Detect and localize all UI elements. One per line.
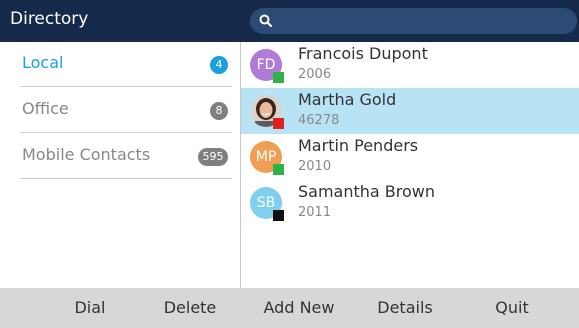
directory-sidebar: Local 4 Office 8 Mobile Contacts 595 [0,42,241,288]
contact-row[interactable]: Martha Gold 46278 [241,88,579,134]
search-icon [259,14,273,28]
sidebar-item-label: Office [22,99,69,118]
contact-extension: 46278 [298,113,340,128]
contact-name: Samantha Brown [298,182,436,201]
sidebar-item-office[interactable]: Office 8 [20,88,232,133]
count-badge: 595 [198,148,228,166]
search-input[interactable] [250,8,577,34]
contact-extension: 2006 [298,67,332,82]
contact-row[interactable]: MP Martin Penders 2010 [241,134,579,180]
presence-status-icon [273,72,284,83]
contact-extension: 2011 [298,205,332,220]
sidebar-item-local[interactable]: Local 4 [20,42,232,87]
contact-name: Martin Penders [298,136,419,155]
count-badge: 4 [210,56,228,74]
contact-list: FD Francois Dupont 2006 Martha Gold 4627… [241,42,579,288]
quit-button[interactable]: Quit [477,288,547,328]
presence-status-icon [273,164,284,175]
sidebar-item-label: Mobile Contacts [22,145,151,164]
sidebar-item-label: Local [22,53,64,72]
add-new-button[interactable]: Add New [259,288,339,328]
page-title: Directory [10,9,89,29]
contact-row[interactable]: SB Samantha Brown 2011 [241,180,579,226]
sidebar-item-mobile-contacts[interactable]: Mobile Contacts 595 [20,134,232,179]
directory-screen: Directory Local 4 Office 8 Mobile Contac… [0,0,579,328]
contact-name: Francois Dupont [298,44,428,63]
count-badge: 8 [210,102,228,120]
contact-extension: 2010 [298,159,332,174]
softkey-bar: Dial Delete Add New Details Quit [0,288,579,328]
delete-button[interactable]: Delete [155,288,225,328]
header-bar: Directory [0,0,579,42]
presence-status-icon [273,118,284,129]
contact-row[interactable]: FD Francois Dupont 2006 [241,42,579,88]
dial-button[interactable]: Dial [55,288,125,328]
contact-name: Martha Gold [298,90,397,109]
details-button[interactable]: Details [365,288,445,328]
presence-status-icon [273,210,284,221]
